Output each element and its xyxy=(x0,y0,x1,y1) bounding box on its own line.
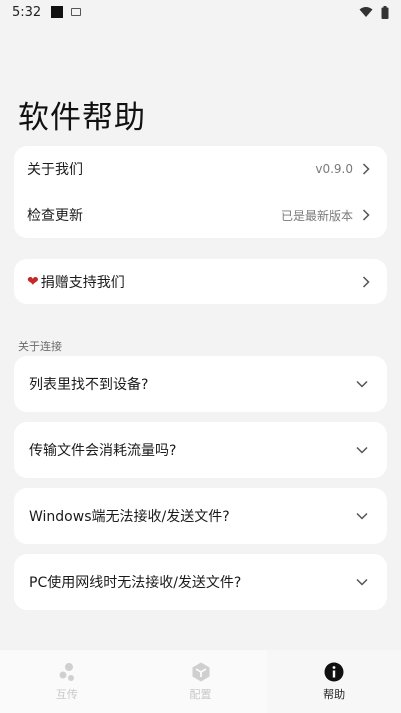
about-us-label: 关于我们 xyxy=(27,162,83,178)
about-card: 关于我们 v0.9.0 检查更新 已是最新版本 xyxy=(14,146,387,238)
chevron-right-icon xyxy=(359,208,373,222)
battery-icon xyxy=(381,5,389,19)
status-time: 5:32 xyxy=(12,4,42,20)
chevron-down-icon xyxy=(355,509,369,523)
chevron-down-icon xyxy=(355,377,369,391)
transfer-icon xyxy=(56,661,78,683)
donate-row[interactable]: ❤ 捐赠支持我们 xyxy=(14,259,387,304)
nav-label-help: 帮助 xyxy=(323,688,346,701)
update-status-value: 已是最新版本 xyxy=(280,208,353,223)
donate-label: 捐赠支持我们 xyxy=(40,274,125,291)
chevron-right-icon xyxy=(359,275,373,289)
faq-card[interactable]: 列表里找不到设备? xyxy=(14,356,387,412)
faq-question: Windows端无法接收/发送文件? xyxy=(29,509,230,525)
nav-item-help[interactable]: 帮助 xyxy=(267,650,401,713)
faq-card[interactable]: 传输文件会消耗流量吗? xyxy=(14,422,387,478)
chevron-down-icon xyxy=(355,575,369,589)
sim-icon xyxy=(71,8,82,16)
faq-item[interactable]: 列表里找不到设备? xyxy=(14,356,387,412)
info-icon xyxy=(323,661,345,683)
status-bar: 5:32 xyxy=(0,0,401,24)
faq-item[interactable]: Windows端无法接收/发送文件? xyxy=(14,488,387,544)
faq-card[interactable]: Windows端无法接收/发送文件? xyxy=(14,488,387,544)
nav-label-transfer: 互传 xyxy=(55,688,78,701)
section-label: 关于连接 xyxy=(18,340,62,353)
check-update-label: 检查更新 xyxy=(27,208,83,224)
faq-card[interactable]: PC使用网线时无法接收/发送文件? xyxy=(14,554,387,610)
chevron-right-icon xyxy=(359,162,373,176)
nav-item-config[interactable]: 配置 xyxy=(133,650,268,713)
faq-question: 传输文件会消耗流量吗? xyxy=(29,443,177,459)
faq-question: PC使用网线时无法接收/发送文件? xyxy=(29,575,242,591)
chevron-down-icon xyxy=(355,443,369,457)
faq-item[interactable]: 传输文件会消耗流量吗? xyxy=(14,422,387,478)
page-title: 软件帮助 xyxy=(18,100,146,136)
faq-question: 列表里找不到设备? xyxy=(29,377,149,393)
check-update-row[interactable]: 检查更新 已是最新版本 xyxy=(14,192,387,238)
nav-item-transfer[interactable]: 互传 xyxy=(0,650,134,713)
notification-icon xyxy=(51,6,64,18)
about-us-row[interactable]: 关于我们 v0.9.0 xyxy=(14,146,387,192)
version-value: v0.9.0 xyxy=(315,162,353,176)
donate-card[interactable]: ❤ 捐赠支持我们 xyxy=(14,259,387,304)
nav-label-config: 配置 xyxy=(189,688,212,701)
status-indicators xyxy=(359,5,389,19)
bottom-nav: 互传 配置 帮助 xyxy=(0,650,401,713)
settings-cube-icon xyxy=(190,661,212,683)
faq-item[interactable]: PC使用网线时无法接收/发送文件? xyxy=(14,554,387,610)
wifi-icon xyxy=(359,7,373,17)
heart-icon: ❤ xyxy=(27,273,39,290)
